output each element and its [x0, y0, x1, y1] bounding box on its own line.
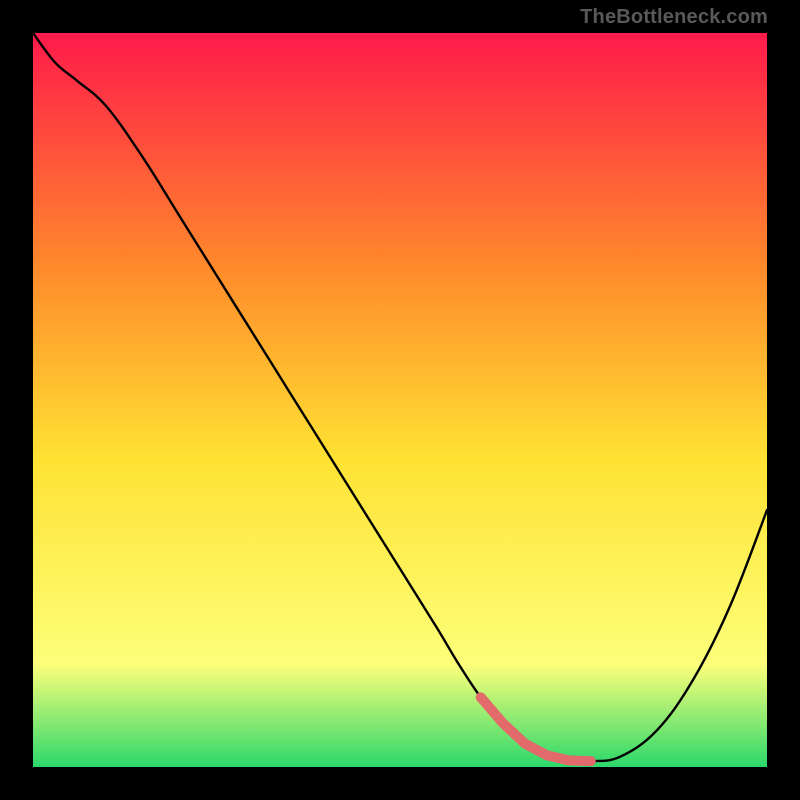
chart-frame: TheBottleneck.com	[0, 0, 800, 800]
gradient-background	[33, 33, 767, 767]
chart-svg	[33, 33, 767, 767]
watermark-text: TheBottleneck.com	[580, 6, 768, 29]
plot-area	[33, 33, 767, 767]
